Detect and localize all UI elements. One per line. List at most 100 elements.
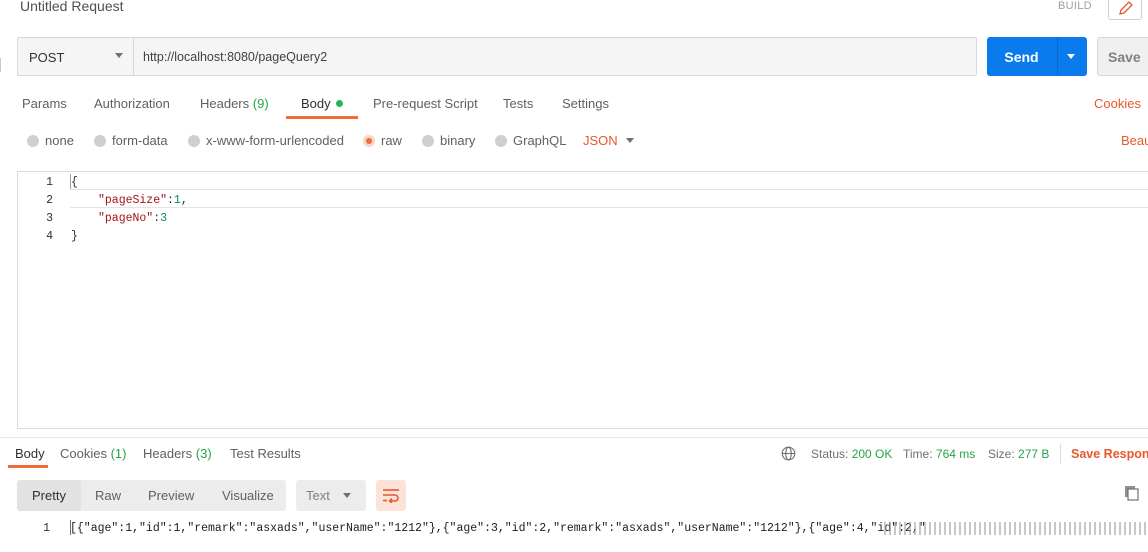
chevron-down-icon bbox=[115, 53, 123, 58]
size-label: Size: bbox=[988, 447, 1015, 461]
body-indicator-dot bbox=[335, 100, 343, 107]
line-number: 3 bbox=[46, 212, 53, 225]
view-pretty-button[interactable]: Pretty bbox=[32, 488, 66, 503]
tab-count: (9) bbox=[252, 96, 269, 111]
json-value: 3 bbox=[160, 212, 168, 225]
json-colon: : bbox=[167, 194, 174, 207]
tab-params[interactable]: Params bbox=[22, 96, 67, 111]
radio-icon bbox=[422, 135, 434, 147]
chevron-down-icon[interactable] bbox=[626, 138, 634, 143]
code-line: } bbox=[71, 230, 78, 243]
radio-selected-icon bbox=[363, 135, 375, 147]
tab-label: Authorization bbox=[94, 96, 170, 111]
line-separator bbox=[70, 207, 1148, 208]
response-tab-cookies[interactable]: Cookies (1) bbox=[60, 446, 126, 461]
view-visualize-button[interactable]: Visualize bbox=[222, 488, 274, 503]
tab-label: Body bbox=[301, 96, 331, 111]
response-tab-headers[interactable]: Headers (3) bbox=[143, 446, 212, 461]
line-number: 2 bbox=[46, 194, 53, 207]
save-label: Save bbox=[1108, 49, 1141, 65]
time-indicator[interactable]: Time: 764 ms bbox=[903, 447, 975, 461]
radio-raw[interactable]: raw bbox=[363, 133, 402, 148]
divider bbox=[1060, 444, 1061, 464]
build-label[interactable]: BUILD bbox=[1058, 0, 1092, 12]
chevron-down-icon bbox=[343, 493, 351, 498]
copy-icon[interactable] bbox=[1124, 485, 1140, 504]
line-number: 4 bbox=[46, 230, 53, 243]
tab-label: Body bbox=[15, 446, 45, 461]
tab-label: Cookies bbox=[60, 446, 107, 461]
tab-authorization[interactable]: Authorization bbox=[94, 96, 170, 111]
line-number: 1 bbox=[46, 176, 53, 189]
globe-icon[interactable] bbox=[781, 446, 796, 464]
tab-tests[interactable]: Tests bbox=[503, 96, 533, 111]
tab-label: Settings bbox=[562, 96, 609, 111]
cookies-link[interactable]: Cookies bbox=[1094, 96, 1141, 111]
method-label: POST bbox=[29, 50, 65, 65]
request-title[interactable]: Untitled Request bbox=[20, 0, 124, 14]
radio-form-data[interactable]: form-data bbox=[94, 133, 168, 148]
send-divider bbox=[1057, 37, 1058, 76]
request-body-editor[interactable]: 1 { 2 "pageSize":1, 3 "pageNo": 3 4 } bbox=[17, 171, 1148, 429]
tab-body[interactable]: Body bbox=[301, 96, 343, 111]
send-options-chevron-icon[interactable] bbox=[1067, 54, 1075, 59]
radio-graphql[interactable]: GraphQL bbox=[495, 133, 566, 148]
tab-count: (3) bbox=[195, 446, 212, 461]
time-label: Time: bbox=[903, 447, 933, 461]
view-mode-group: Pretty Raw Preview Visualize bbox=[17, 480, 286, 511]
response-overflow-text bbox=[884, 522, 1148, 535]
status-label: Status: bbox=[811, 447, 849, 461]
radio-icon bbox=[94, 135, 106, 147]
size-value: 277 B bbox=[1018, 447, 1050, 461]
json-key: "pageSize" bbox=[98, 194, 168, 207]
radio-label: form-data bbox=[112, 133, 168, 148]
radio-label: x-www-form-urlencoded bbox=[206, 133, 344, 148]
response-format-select[interactable]: Text bbox=[296, 480, 366, 511]
edit-button[interactable] bbox=[1108, 0, 1142, 20]
save-button[interactable]: Save bbox=[1097, 37, 1148, 76]
format-label: Text bbox=[306, 488, 330, 503]
tab-label: Headers bbox=[143, 446, 193, 461]
view-raw-button[interactable]: Raw bbox=[95, 488, 121, 503]
response-tab-test-results[interactable]: Test Results bbox=[230, 446, 301, 461]
radio-icon bbox=[188, 135, 200, 147]
save-response-button[interactable]: Save Respons bbox=[1071, 447, 1148, 461]
tab-label: Headers bbox=[200, 96, 250, 111]
radio-label: none bbox=[45, 133, 74, 148]
pencil-icon bbox=[1119, 1, 1133, 15]
method-select[interactable]: POST bbox=[18, 38, 134, 75]
line-separator bbox=[70, 189, 1148, 190]
response-tab-body[interactable]: Body bbox=[15, 446, 45, 461]
tab-label: Test Results bbox=[230, 446, 301, 461]
radio-icon bbox=[27, 135, 39, 147]
radio-label: GraphQL bbox=[513, 133, 567, 148]
url-input[interactable]: http://localhost:8080/pageQuery2 bbox=[143, 50, 327, 64]
code-line: "pageSize":1, bbox=[98, 194, 188, 207]
time-value: 764 ms bbox=[935, 447, 976, 461]
size-indicator[interactable]: Size: 277 B bbox=[988, 447, 1049, 461]
radio-x-www-form-urlencoded[interactable]: x-www-form-urlencoded bbox=[188, 133, 344, 148]
json-value: 1 bbox=[173, 194, 181, 207]
tab-pre-request-script[interactable]: Pre-request Script bbox=[373, 96, 478, 111]
active-tab-underline bbox=[286, 116, 358, 119]
json-key: "pageNo" bbox=[98, 212, 154, 225]
tab-settings[interactable]: Settings bbox=[562, 96, 609, 111]
radio-none[interactable]: none bbox=[27, 133, 74, 148]
code-line: { bbox=[71, 176, 78, 189]
panel-divider[interactable] bbox=[0, 437, 1148, 438]
status-value: 200 OK bbox=[851, 447, 893, 461]
radio-icon bbox=[495, 135, 507, 147]
radio-binary[interactable]: binary bbox=[422, 133, 475, 148]
tab-headers[interactable]: Headers (9) bbox=[200, 96, 269, 111]
beautify-link[interactable]: Beau bbox=[1121, 133, 1148, 148]
wrap-lines-button[interactable] bbox=[376, 480, 406, 511]
radio-label: binary bbox=[440, 133, 476, 148]
status-indicator[interactable]: Status: 200 OK bbox=[811, 447, 892, 461]
line-number: 1 bbox=[43, 522, 50, 535]
send-button[interactable]: Send bbox=[987, 37, 1087, 76]
view-preview-button[interactable]: Preview bbox=[148, 488, 194, 503]
tab-label: Params bbox=[22, 96, 67, 111]
response-body-text[interactable]: [{"age":1,"id":1,"remark":"asxads","user… bbox=[70, 522, 926, 535]
radio-label: raw bbox=[381, 133, 402, 148]
raw-format-select[interactable]: JSON bbox=[583, 133, 618, 148]
